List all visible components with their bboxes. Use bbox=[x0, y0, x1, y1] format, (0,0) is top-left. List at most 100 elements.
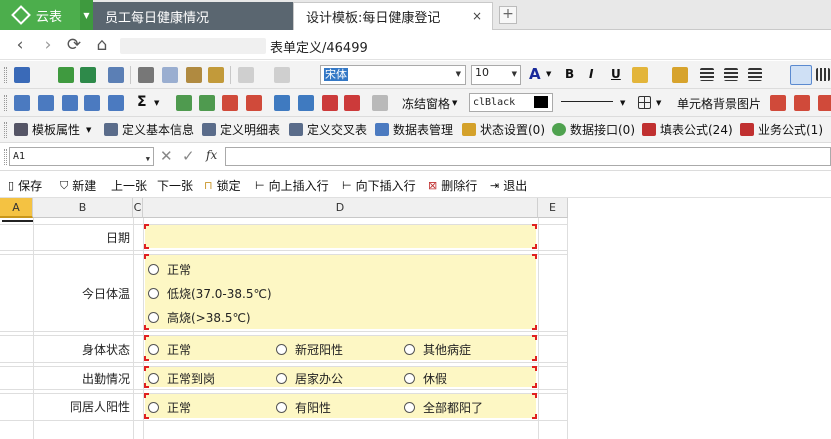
date-field[interactable] bbox=[144, 224, 537, 249]
image-clear-icon[interactable] bbox=[818, 95, 831, 111]
table-icon[interactable] bbox=[14, 95, 30, 111]
insert-row-above-button[interactable]: ⊢ 向上插入行 bbox=[255, 177, 329, 194]
column-header-a[interactable]: A bbox=[0, 198, 33, 218]
lock-icon[interactable] bbox=[672, 67, 688, 83]
define-detail-table-button[interactable]: 定义明细表 bbox=[202, 121, 280, 138]
remove-icon[interactable] bbox=[322, 95, 338, 111]
move-up-icon[interactable] bbox=[274, 95, 290, 111]
underline-button[interactable]: U bbox=[611, 67, 621, 81]
image-remove-icon[interactable] bbox=[794, 95, 810, 111]
temp-option-normal[interactable]: 正常 bbox=[148, 261, 191, 278]
paste-icon[interactable] bbox=[186, 67, 202, 83]
chevron-down-icon[interactable]: ▼ bbox=[452, 99, 457, 107]
app-dropdown-icon[interactable]: ▼ bbox=[80, 0, 93, 30]
insert-row-icon[interactable] bbox=[176, 95, 192, 111]
format-painter-icon[interactable] bbox=[208, 67, 224, 83]
columns-icon[interactable] bbox=[84, 95, 100, 111]
data-table-manage-button[interactable]: 数据表管理 bbox=[375, 121, 453, 138]
cancel-icon[interactable]: ✕ bbox=[160, 147, 173, 165]
font-color-button[interactable]: A bbox=[529, 65, 541, 83]
cohab-option-normal[interactable]: 正常 bbox=[148, 399, 191, 416]
back-icon[interactable]: ‹ bbox=[10, 35, 30, 55]
grid-icon[interactable] bbox=[38, 95, 54, 111]
insert-sheet-icon[interactable] bbox=[58, 67, 74, 83]
line-style-select[interactable] bbox=[561, 101, 613, 102]
column-header-e[interactable]: E bbox=[538, 198, 568, 218]
fill-formula-button[interactable]: 填表公式(24) bbox=[642, 121, 733, 138]
merge-icon[interactable] bbox=[108, 95, 124, 111]
define-basic-info-button[interactable]: 定义基本信息 bbox=[104, 121, 194, 138]
copy-sheet-icon[interactable] bbox=[80, 67, 96, 83]
attend-option-leave[interactable]: 休假 bbox=[404, 370, 447, 387]
sum-button[interactable]: Σ bbox=[137, 94, 147, 110]
save-button[interactable]: ▯ 保存 bbox=[8, 177, 42, 194]
font-size-select[interactable]: 10 ▼ bbox=[471, 65, 521, 85]
column-header-d[interactable]: D bbox=[143, 198, 538, 218]
color-select[interactable]: clBlack bbox=[469, 93, 553, 112]
app-menu-button[interactable]: 云表 bbox=[0, 0, 80, 30]
column-header-b[interactable]: B bbox=[33, 198, 133, 218]
delete-row-icon[interactable] bbox=[222, 95, 238, 111]
clear-icon[interactable] bbox=[344, 95, 360, 111]
close-icon[interactable]: × bbox=[472, 9, 482, 23]
previous-button[interactable]: 上一张 bbox=[111, 177, 147, 194]
home-icon[interactable]: ⌂ bbox=[92, 35, 112, 55]
border-icon[interactable] bbox=[638, 96, 651, 109]
attend-option-onsite[interactable]: 正常到岗 bbox=[148, 370, 215, 387]
insert-col-icon[interactable] bbox=[199, 95, 215, 111]
move-down-icon[interactable] bbox=[298, 95, 314, 111]
new-button[interactable]: ⛉ 新建 bbox=[60, 177, 96, 194]
font-family-select[interactable]: 宋体 ▼ bbox=[320, 65, 466, 85]
copy-icon[interactable] bbox=[162, 67, 178, 83]
percent-icon[interactable] bbox=[372, 95, 388, 111]
redo-icon[interactable] bbox=[274, 67, 290, 83]
selected-cell-a1[interactable] bbox=[2, 220, 33, 224]
save-icon[interactable] bbox=[14, 67, 30, 83]
delete-col-icon[interactable] bbox=[246, 95, 262, 111]
cohab-option-all-positive[interactable]: 全部都阳了 bbox=[404, 399, 483, 416]
vertical-align-icon[interactable] bbox=[816, 68, 830, 81]
column-header-c[interactable]: C bbox=[133, 198, 143, 218]
undo-icon[interactable] bbox=[238, 67, 254, 83]
tab-health-status[interactable]: 员工每日健康情况 bbox=[93, 2, 293, 30]
temp-option-low-fever[interactable]: 低烧(37.0-38.5℃) bbox=[148, 285, 272, 302]
cell-reference-select[interactable]: A1 ▼ bbox=[9, 147, 154, 166]
next-button[interactable]: 下一张 bbox=[157, 177, 193, 194]
chevron-down-icon[interactable]: ▼ bbox=[656, 99, 661, 107]
italic-button[interactable]: I bbox=[589, 67, 593, 81]
vertical-bars-icon[interactable] bbox=[790, 65, 812, 85]
insert-row-below-button[interactable]: ⊢ 向下插入行 bbox=[342, 177, 416, 194]
data-interface-button[interactable]: 数据接口(0) bbox=[552, 121, 635, 138]
chevron-down-icon[interactable]: ▼ bbox=[546, 70, 551, 78]
delete-row-button[interactable]: ⊠ 删除行 bbox=[428, 177, 477, 194]
freeze-panes-button[interactable]: 冻结窗格 bbox=[402, 95, 450, 112]
bold-button[interactable]: B bbox=[565, 67, 574, 81]
body-option-positive[interactable]: 新冠阳性 bbox=[276, 341, 343, 358]
status-settings-button[interactable]: 状态设置(0) bbox=[462, 121, 545, 138]
chevron-down-icon[interactable]: ▼ bbox=[154, 99, 159, 107]
body-option-other[interactable]: 其他病症 bbox=[404, 341, 471, 358]
cut-icon[interactable] bbox=[138, 67, 154, 83]
temp-option-high-fever[interactable]: 高烧(>38.5℃) bbox=[148, 309, 251, 326]
align-center-icon[interactable] bbox=[724, 68, 738, 81]
attend-option-home[interactable]: 居家办公 bbox=[276, 370, 343, 387]
confirm-icon[interactable]: ✓ bbox=[182, 147, 195, 165]
reload-icon[interactable]: ⟳ bbox=[64, 35, 84, 55]
formula-input[interactable] bbox=[225, 147, 831, 166]
tab-design-template[interactable]: 设计模板:每日健康登记 × bbox=[293, 2, 493, 30]
image-add-icon[interactable] bbox=[770, 95, 786, 111]
align-right-icon[interactable] bbox=[748, 68, 762, 81]
business-formula-button[interactable]: 业务公式(1) bbox=[740, 121, 823, 138]
template-properties-button[interactable]: 模板属性 ▼ bbox=[14, 121, 91, 138]
cohab-option-some-positive[interactable]: 有阳性 bbox=[276, 399, 331, 416]
rows-icon[interactable] bbox=[62, 95, 78, 111]
forward-icon[interactable]: › bbox=[38, 35, 58, 55]
add-tab-button[interactable]: + bbox=[499, 6, 517, 24]
fill-color-icon[interactable] bbox=[632, 67, 648, 83]
exit-button[interactable]: ⇥ 退出 bbox=[490, 177, 527, 194]
function-icon[interactable]: fx bbox=[206, 148, 217, 162]
lock-button[interactable]: ⊓ 锁定 bbox=[204, 177, 241, 194]
cell-bg-image-button[interactable]: 单元格背景图片 bbox=[677, 95, 761, 112]
chevron-down-icon[interactable]: ▼ bbox=[620, 99, 625, 107]
import-icon[interactable] bbox=[108, 67, 124, 83]
